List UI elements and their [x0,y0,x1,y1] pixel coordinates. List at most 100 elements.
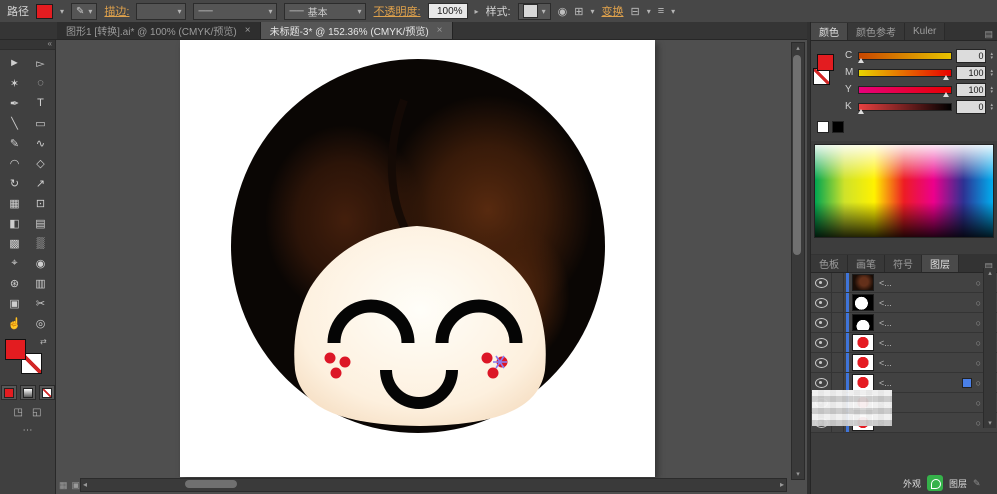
slice-tool[interactable]: ✂ [28,293,54,313]
layer-name[interactable]: <... [879,298,976,308]
status-icon-1[interactable]: ▦ [59,480,68,491]
magic-wand-tool[interactable]: ✶ [2,73,28,93]
layer-name[interactable]: <... [879,358,976,368]
paintbrush-tool[interactable]: ✎ [2,133,28,153]
color-panel-tab-3[interactable]: Kuler [905,23,946,40]
spinner-down-icon[interactable]: ▾ [990,89,993,94]
color-slider-track[interactable] [858,68,953,80]
fill-caret-icon[interactable]: ▾ [60,7,64,16]
document-tab-1[interactable]: 图形1 [转换].ai* @ 100% (CMYK/预览) × [57,22,261,39]
color-slider-track[interactable] [858,85,953,97]
lock-cell[interactable] [832,353,844,372]
caret-down-icon[interactable]: ▾ [647,7,651,16]
value-spinner[interactable]: ▴ ▾ [990,68,993,77]
layer-name[interactable]: <... [879,378,962,388]
status-icon-2[interactable]: ▣ [72,480,81,491]
eyedropper-tool[interactable]: ⌖ [2,253,28,273]
lock-cell[interactable] [832,273,844,292]
slider-marker[interactable] [942,74,949,80]
eraser-tool[interactable]: ◇ [28,153,54,173]
color-panel-tab-1[interactable]: 颜色 [811,23,848,40]
mesh-tool[interactable]: ▩ [2,233,28,253]
free-transform-tool[interactable]: ⊡ [28,193,54,213]
color-panel-menu-icon[interactable]: ▤ [980,29,997,40]
tab-close-icon[interactable]: × [437,25,443,36]
horizontal-scroll-thumb[interactable] [185,480,237,488]
color-mode-button[interactable] [0,385,17,400]
recolor-artwork-icon[interactable]: ◉ [558,5,568,18]
color-slider-track[interactable] [857,51,953,63]
layer-thumbnail[interactable] [852,334,874,351]
black-swatch[interactable] [832,121,844,133]
lock-cell[interactable] [832,333,844,352]
color-slider-track[interactable] [857,102,953,114]
layers-panel-tab-2[interactable]: 画笔 [848,255,885,272]
stroke-label-link[interactable]: 描边: [104,3,129,19]
shape-builder-tool[interactable]: ◧ [2,213,28,233]
gradient-tool[interactable]: ▒ [28,233,54,253]
document-setup-icon[interactable]: ⊞ [574,5,583,18]
layer-row-3[interactable]: <... ○ [811,313,997,333]
caret-down-icon[interactable]: ▾ [671,7,675,16]
type-tool[interactable]: T [28,93,54,113]
channel-value-field[interactable]: 0 [956,99,987,114]
scroll-right-icon[interactable]: ▸ [780,480,784,489]
pencil-tool[interactable]: ∿ [28,133,54,153]
zoom-tool[interactable]: ◎ [28,313,54,333]
blob-brush-tool[interactable]: ◠ [2,153,28,173]
perspective-grid-tool[interactable]: ▤ [28,213,54,233]
graph-tool[interactable]: ▥ [28,273,54,293]
artboard-tool[interactable]: ▣ [2,293,28,313]
target-icon[interactable]: ○ [976,378,981,388]
value-spinner[interactable]: ▴ ▾ [990,51,993,60]
spinner-down-icon[interactable]: ▾ [990,72,993,77]
layers-scroll-up-icon[interactable]: ▴ [984,269,996,277]
target-icon[interactable]: ○ [976,278,981,288]
target-icon[interactable]: ○ [976,318,981,328]
direct-selection-tool[interactable]: ▻ [28,53,54,73]
layer-thumbnail[interactable] [852,314,874,331]
width-tool[interactable]: ▦ [2,193,28,213]
layer-thumbnail[interactable] [852,354,874,371]
spinner-down-icon[interactable]: ▾ [990,55,993,60]
white-swatch[interactable] [817,121,829,133]
layer-name[interactable]: <... [879,418,976,428]
vertical-scrollbar[interactable]: ▴ ▾ [791,42,805,480]
layer-row-1[interactable]: <... ○ [811,273,997,293]
layer-thumbnail[interactable] [852,274,874,291]
fill-color-swatch[interactable] [36,3,53,19]
layer-name[interactable]: <... [879,318,976,328]
layer-thumbnail[interactable] [852,294,874,311]
scale-tool[interactable]: ↗ [28,173,54,193]
visibility-cell[interactable] [811,273,832,292]
ime-pen-icon[interactable]: ✎ [973,478,981,489]
rotate-tool[interactable]: ↻ [2,173,28,193]
color-fill-proxy[interactable] [817,54,834,71]
rectangle-tool[interactable]: ▭ [28,113,54,133]
none-mode-button[interactable] [38,385,55,400]
layer-name[interactable]: <... [879,278,976,288]
target-icon[interactable]: ○ [976,338,981,348]
color-spectrum[interactable] [814,144,994,238]
visibility-cell[interactable] [811,353,832,372]
blend-tool[interactable]: ◉ [28,253,54,273]
pen-tool[interactable]: ✒ [2,93,28,113]
channel-value-field[interactable]: 100 [956,82,987,97]
stroke-color-box[interactable]: ✎ ▾ [71,2,98,20]
style-dropdown[interactable]: ▾ [517,2,551,20]
opacity-label-link[interactable]: 不透明度: [373,3,420,19]
draw-normal-icon[interactable]: ◳ [14,407,23,418]
line-tool[interactable]: ╲ [2,113,28,133]
channel-value-field[interactable]: 100 [956,65,987,80]
scroll-down-icon[interactable]: ▾ [792,470,804,478]
tab-close-icon[interactable]: × [245,25,251,36]
target-icon[interactable]: ○ [976,418,981,428]
scroll-left-icon[interactable]: ◂ [83,480,87,489]
layer-row-5[interactable]: <... ○ [811,353,997,373]
opacity-caret-icon[interactable]: ▸ [475,7,479,16]
target-icon[interactable]: ○ [976,358,981,368]
layers-panel-tab-1[interactable]: 色板 [811,255,848,272]
layer-thumbnail[interactable] [852,374,874,391]
screen-mode-button[interactable]: ⋯ [0,425,55,436]
layers-scroll-down-icon[interactable]: ▾ [984,419,996,427]
